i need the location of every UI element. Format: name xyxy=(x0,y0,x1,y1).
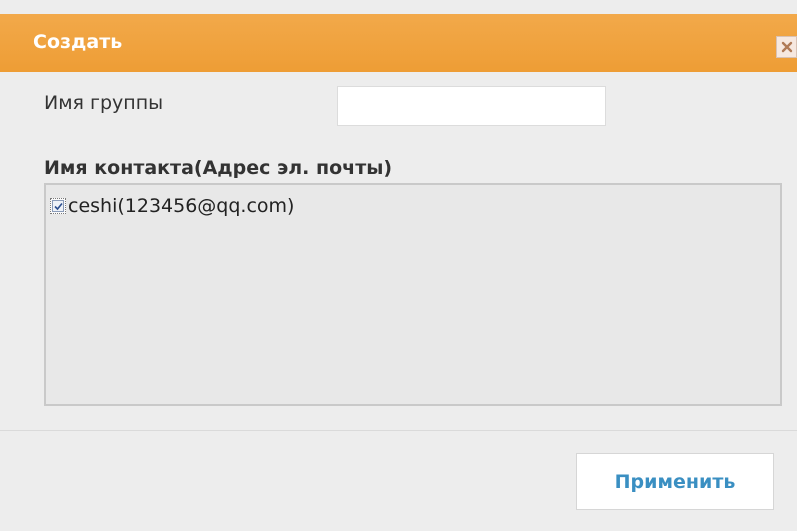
close-icon xyxy=(781,41,793,53)
dialog-titlebar: Создать xyxy=(0,14,797,72)
group-name-input[interactable] xyxy=(337,86,606,126)
close-button[interactable] xyxy=(776,36,797,58)
checkmark-icon xyxy=(53,202,63,210)
footer-divider xyxy=(0,430,797,431)
contact-list-label: Имя контакта(Адрес эл. почты) xyxy=(44,157,393,179)
contact-checkbox[interactable] xyxy=(50,198,66,214)
contact-list[interactable]: ceshi(123456@qq.com) xyxy=(44,183,782,406)
apply-button[interactable]: Применить xyxy=(576,453,774,510)
contact-item-label: ceshi(123456@qq.com) xyxy=(68,195,295,217)
group-name-label: Имя группы xyxy=(44,92,164,114)
contact-item[interactable]: ceshi(123456@qq.com) xyxy=(50,195,294,217)
create-group-dialog: Создать Имя группы Имя контакта(Адрес эл… xyxy=(0,0,797,531)
dialog-title: Создать xyxy=(33,31,123,53)
